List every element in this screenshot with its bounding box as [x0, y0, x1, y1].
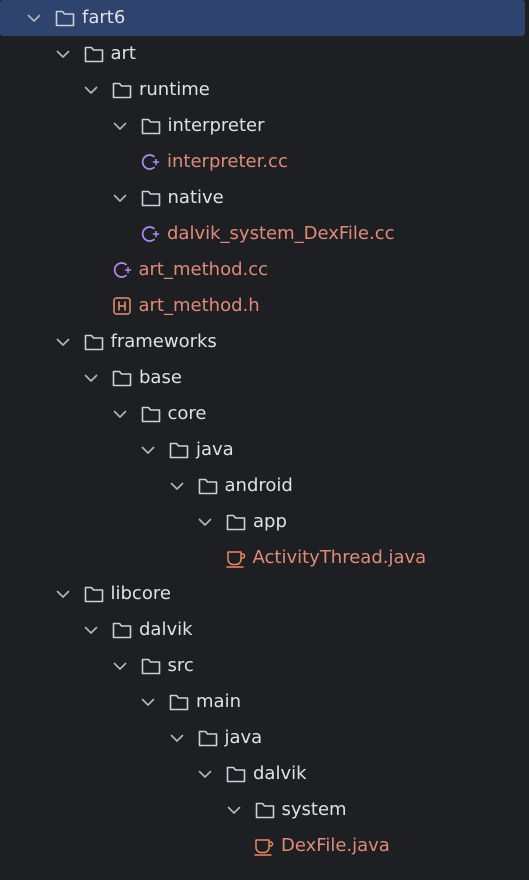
tree-node-label: java [224, 727, 263, 748]
tree-node-art-method-h[interactable]: art_method.h [0, 288, 525, 324]
chevron-down-icon[interactable] [111, 189, 129, 207]
folder-icon [225, 763, 247, 785]
chevron-down-icon[interactable] [111, 405, 129, 423]
tree-node-label: app [253, 511, 287, 532]
folder-icon [168, 691, 190, 713]
tree-node-label: interpreter.cc [167, 151, 288, 172]
tree-node-system[interactable]: system [0, 792, 525, 828]
java-file-icon [253, 835, 275, 857]
tree-node-label: dalvik_system_DexFile.cc [167, 223, 395, 244]
chevron-down-icon[interactable] [196, 513, 214, 531]
tree-node-art-method-cc[interactable]: art_method.cc [0, 252, 525, 288]
folder-icon [111, 367, 133, 389]
tree-node-dalvik-2[interactable]: dalvik [0, 756, 525, 792]
cpp-file-icon [139, 151, 161, 173]
chevron-down-icon[interactable] [54, 333, 72, 351]
folder-icon [140, 655, 162, 677]
cpp-file-icon [111, 259, 133, 281]
tree-node-dalvik-system-dexfile-cc[interactable]: dalvik_system_DexFile.cc [0, 216, 525, 252]
tree-node-dalvik-1[interactable]: dalvik [0, 612, 525, 648]
tree-node-label: fart6 [82, 7, 126, 28]
tree-node-dexfile-java[interactable]: DexFile.java [0, 828, 525, 864]
tree-node-label: src [167, 655, 194, 676]
tree-node-label: android [224, 475, 293, 496]
tree-node-label: base [139, 367, 182, 388]
chevron-down-icon[interactable] [196, 765, 214, 783]
chevron-down-icon[interactable] [54, 585, 72, 603]
tree-node-java-1[interactable]: java [0, 432, 525, 468]
tree-node-app[interactable]: app [0, 504, 525, 540]
chevron-down-icon[interactable] [25, 9, 43, 27]
tree-node-activitythread-java[interactable]: ActivityThread.java [0, 540, 525, 576]
tree-node-label: core [167, 403, 207, 424]
tree-node-src[interactable]: src [0, 648, 525, 684]
folder-icon [140, 115, 162, 137]
chevron-down-icon[interactable] [111, 117, 129, 135]
folder-icon [168, 439, 190, 461]
folder-icon [254, 799, 276, 821]
tree-node-label: java [196, 439, 234, 460]
tree-node-core[interactable]: core [0, 396, 525, 432]
tree-node-label: libcore [110, 583, 171, 604]
tree-node-java-2[interactable]: java [0, 720, 525, 756]
folder-icon [83, 43, 105, 65]
chevron-down-icon[interactable] [82, 621, 100, 639]
folder-icon [140, 187, 162, 209]
folder-icon [197, 475, 219, 497]
folder-icon [140, 403, 162, 425]
chevron-down-icon[interactable] [82, 81, 100, 99]
tree-node-label: native [167, 187, 224, 208]
java-file-icon [225, 547, 247, 569]
folder-icon [225, 511, 247, 533]
tree-node-label: ActivityThread.java [252, 547, 427, 568]
tree-node-base[interactable]: base [0, 360, 525, 396]
chevron-down-icon[interactable] [139, 693, 157, 711]
tree-node-label: interpreter [167, 115, 265, 136]
tree-node-interpreter[interactable]: interpreter [0, 108, 525, 144]
tree-node-label: main [196, 691, 241, 712]
folder-icon [197, 727, 219, 749]
tree-node-fart6[interactable]: fart6 [0, 0, 525, 36]
folder-icon [83, 583, 105, 605]
tree-node-label: art_method.h [138, 295, 260, 316]
tree-node-art[interactable]: art [0, 36, 525, 72]
tree-node-label: art [110, 43, 137, 64]
folder-icon [83, 331, 105, 353]
tree-node-label: system [281, 799, 347, 820]
chevron-down-icon[interactable] [168, 729, 186, 747]
header-file-icon [111, 295, 133, 317]
tree-node-libcore[interactable]: libcore [0, 576, 525, 612]
chevron-down-icon[interactable] [225, 801, 243, 819]
tree-node-label: dalvik [139, 619, 193, 640]
chevron-down-icon[interactable] [82, 369, 100, 387]
chevron-down-icon[interactable] [54, 45, 72, 63]
cpp-file-icon [139, 223, 161, 245]
tree-node-label: art_method.cc [138, 259, 269, 280]
chevron-down-icon[interactable] [139, 441, 157, 459]
tree-node-label: runtime [139, 79, 210, 100]
tree-node-frameworks[interactable]: frameworks [0, 324, 525, 360]
tree-node-label: frameworks [110, 331, 217, 352]
tree-node-interpreter-cc[interactable]: interpreter.cc [0, 144, 525, 180]
tree-node-main[interactable]: main [0, 684, 525, 720]
folder-icon [54, 7, 76, 29]
tree-node-label: dalvik [253, 763, 307, 784]
folder-icon [111, 79, 133, 101]
chevron-down-icon[interactable] [111, 657, 129, 675]
folder-icon [111, 619, 133, 641]
project-tree: fart6 art runtime interpreter interpreter.cc… [0, 0, 529, 880]
tree-node-runtime[interactable]: runtime [0, 72, 525, 108]
tree-node-label: DexFile.java [281, 835, 390, 856]
tree-node-native[interactable]: native [0, 180, 525, 216]
tree-node-android[interactable]: android [0, 468, 525, 504]
chevron-down-icon[interactable] [168, 477, 186, 495]
